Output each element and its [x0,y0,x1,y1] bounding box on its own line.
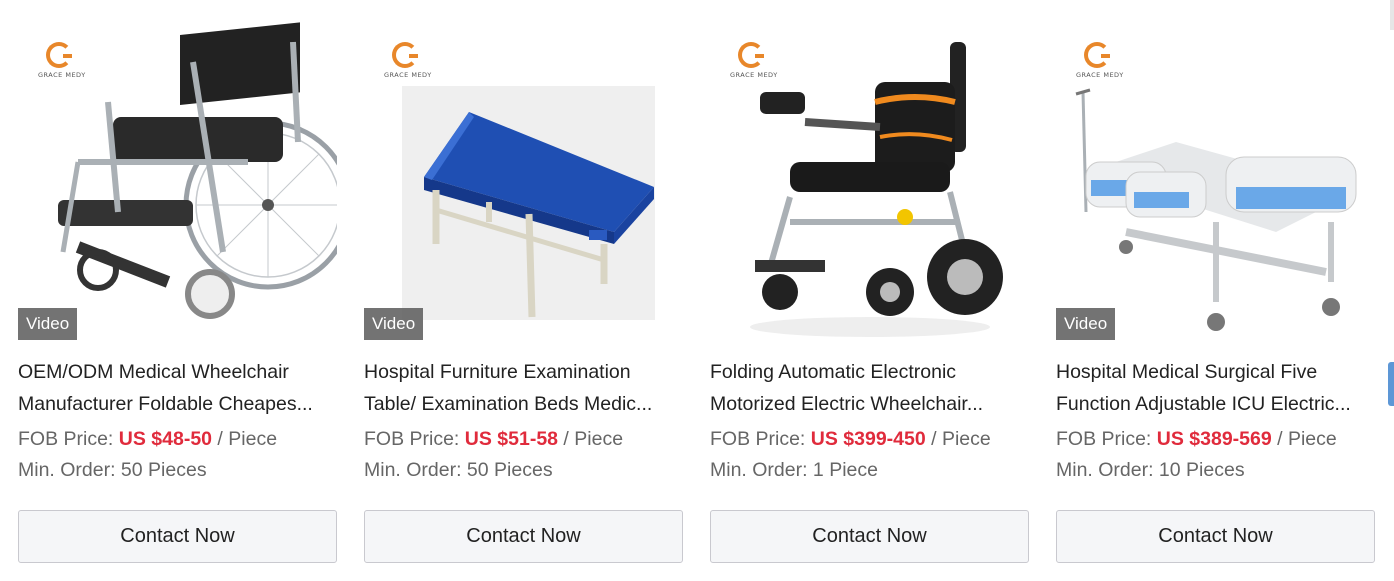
price-unit: / Piece [212,428,278,450]
product-title-line1[interactable]: Hospital Furniture Examination [364,356,683,388]
min-order: Min. Order: 10 Pieces [1056,459,1245,481]
brand-logo: GRACE MEDY [384,42,431,82]
min-order: Min. Order: 50 Pieces [364,459,553,481]
product-title-line2[interactable]: Table/ Examination Beds Medic... [364,388,683,420]
brand-name: GRACE MEDY [38,71,86,79]
product-title[interactable]: Folding Automatic Electronic Motorized E… [710,356,1029,420]
product-title-line2[interactable]: Motorized Electric Wheelchair... [710,388,1029,420]
product-image-examination-table[interactable]: GRACE MEDY Video [364,22,683,342]
brand-logo: GRACE MEDY [730,42,777,82]
logo-icon [392,42,418,68]
product-title-line2[interactable]: Manufacturer Foldable Cheapes... [18,388,337,420]
side-feedback-tab[interactable] [1388,362,1394,406]
price-value: US $48-50 [118,428,213,450]
product-card[interactable]: GRACE MEDY Video Hospital Medical Surgic… [1056,0,1375,581]
contact-now-button[interactable]: Contact Now [710,510,1029,563]
video-badge[interactable]: Video [1056,308,1116,340]
product-card[interactable]: GRACE MEDY Video Hospital Furniture Exam… [364,0,683,581]
product-title-line2[interactable]: Function Adjustable ICU Electric... [1056,388,1375,420]
price-unit: / Piece [925,428,991,450]
product-price: FOB Price: US $399-450 / Piece [710,428,991,451]
product-card[interactable]: GRACE MEDY Folding Automatic Electronic … [710,0,1029,581]
product-title[interactable]: Hospital Medical Surgical Five Function … [1056,356,1375,420]
product-title[interactable]: Hospital Furniture Examination Table/ Ex… [364,356,683,420]
logo-icon [46,42,72,68]
price-value: US $51-58 [464,428,559,450]
product-price: FOB Price: US $389-569 / Piece [1056,428,1337,451]
product-price: FOB Price: US $48-50 / Piece [18,428,277,451]
price-label: FOB Price: [18,428,119,450]
product-grid: GRACE MEDY Video OEM/ODM Medical Wheelch… [18,0,1375,581]
product-card[interactable]: GRACE MEDY Video OEM/ODM Medical Wheelch… [18,0,337,581]
logo-icon [1084,42,1110,68]
product-image-manual-wheelchair[interactable]: GRACE MEDY Video [18,22,337,342]
min-order: Min. Order: 50 Pieces [18,459,207,481]
product-price: FOB Price: US $51-58 / Piece [364,428,623,451]
product-title-line1[interactable]: OEM/ODM Medical Wheelchair [18,356,337,388]
video-badge[interactable]: Video [364,308,424,340]
price-label: FOB Price: [1056,428,1157,450]
product-image-icu-bed[interactable]: GRACE MEDY Video [1056,22,1375,342]
brand-name: GRACE MEDY [1076,71,1124,79]
video-badge[interactable]: Video [18,308,78,340]
brand-name: GRACE MEDY [384,71,432,79]
min-order: Min. Order: 1 Piece [710,459,878,481]
product-title-line1[interactable]: Hospital Medical Surgical Five [1056,356,1375,388]
price-value: US $389-569 [1156,428,1272,450]
price-label: FOB Price: [364,428,465,450]
brand-logo: GRACE MEDY [38,42,85,82]
product-image-electric-wheelchair[interactable]: GRACE MEDY [710,22,1029,342]
price-unit: / Piece [1271,428,1337,450]
contact-now-button[interactable]: Contact Now [364,510,683,563]
scrollbar-edge [1390,0,1394,30]
brand-logo: GRACE MEDY [1076,42,1123,82]
brand-name: GRACE MEDY [730,71,778,79]
price-value: US $399-450 [810,428,926,450]
product-title-line1[interactable]: Folding Automatic Electronic [710,356,1029,388]
logo-icon [738,42,764,68]
contact-now-button[interactable]: Contact Now [1056,510,1375,563]
price-label: FOB Price: [710,428,811,450]
contact-now-button[interactable]: Contact Now [18,510,337,563]
price-unit: / Piece [558,428,624,450]
product-title[interactable]: OEM/ODM Medical Wheelchair Manufacturer … [18,356,337,420]
